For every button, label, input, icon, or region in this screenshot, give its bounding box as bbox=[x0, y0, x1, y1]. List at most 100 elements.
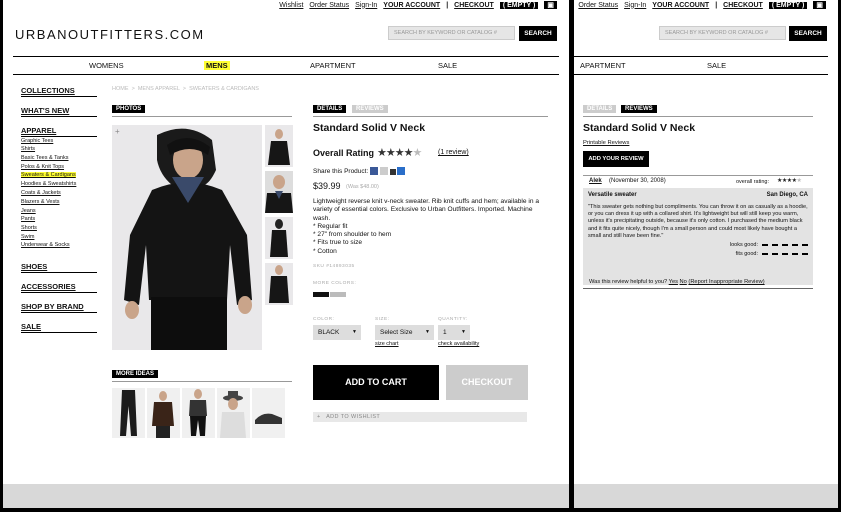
share-icon[interactable] bbox=[380, 167, 388, 175]
sidebar-apparel[interactable]: APPAREL bbox=[21, 126, 97, 137]
details-tab[interactable]: DETAILS bbox=[313, 105, 347, 113]
reviews-tab[interactable]: REVIEWS bbox=[621, 105, 657, 113]
shopping-bag-button[interactable]: ( EMPTY ) bbox=[499, 1, 539, 9]
helpful-yes-link[interactable]: Yes bbox=[669, 279, 678, 285]
sidebar-sub-item[interactable]: Hoodies & Sweatshirts bbox=[21, 181, 76, 187]
size-chart-link[interactable]: size chart bbox=[375, 341, 399, 347]
wishlist-link[interactable]: Wishlist bbox=[279, 2, 303, 9]
thumbnail-1[interactable] bbox=[265, 125, 293, 167]
status-bar bbox=[3, 484, 569, 508]
sidebar-sub-item[interactable]: Coats & Jackets bbox=[21, 190, 61, 196]
model-pants-image bbox=[189, 389, 207, 436]
breadcrumb-current: SWEATERS & CARDIGANS bbox=[189, 86, 259, 92]
nav-apartment[interactable]: APARTMENT bbox=[310, 61, 356, 70]
helpful-row: Was this review helpful to you? Yes No (… bbox=[589, 279, 765, 285]
more-ideas-item[interactable] bbox=[252, 388, 285, 438]
check-availability-link[interactable]: check availability bbox=[438, 341, 479, 347]
sidebar-sub-item[interactable]: Shorts bbox=[21, 225, 37, 231]
bullet: * Cotton bbox=[313, 247, 337, 255]
sidebar-sub-item[interactable]: Blazers & Vests bbox=[21, 199, 60, 205]
sidebar-sub-item[interactable]: Polos & Knit Tops bbox=[21, 164, 64, 170]
search-input[interactable]: SEARCH BY KEYWORD OR CATALOG # bbox=[659, 26, 786, 40]
add-to-wishlist-button[interactable]: + ADD TO WISHLIST bbox=[313, 412, 527, 422]
search-button[interactable]: SEARCH bbox=[519, 26, 557, 41]
shirt-model-image bbox=[152, 391, 174, 438]
order-status-link[interactable]: Order Status bbox=[578, 2, 618, 9]
fits-good-row: fits good: bbox=[588, 251, 808, 257]
shopping-bag-button[interactable]: ( EMPTY ) bbox=[768, 1, 808, 9]
thumbnail-4[interactable] bbox=[265, 263, 293, 305]
color-swatch-grey[interactable] bbox=[330, 292, 346, 297]
review-author[interactable]: Alek bbox=[589, 178, 602, 184]
sidebar-sale[interactable]: SALE bbox=[21, 322, 97, 333]
reviews-count-link[interactable]: (1 review) bbox=[438, 149, 469, 156]
delicious-icon[interactable] bbox=[397, 167, 405, 175]
sidebar-accessories[interactable]: ACCESSORIES bbox=[21, 282, 97, 293]
sidebar-sub-item[interactable]: Graphic Tees bbox=[21, 138, 53, 144]
facebook-icon[interactable] bbox=[370, 167, 378, 175]
checkout-link[interactable]: CHECKOUT bbox=[723, 2, 763, 9]
order-status-link[interactable]: Order Status bbox=[309, 2, 349, 9]
nav-apartment[interactable]: APARTMENT bbox=[580, 61, 626, 70]
bullet: * Fits true to size bbox=[313, 239, 363, 247]
your-account-link[interactable]: YOUR ACCOUNT bbox=[652, 2, 709, 9]
nav-womens[interactable]: WOMENS bbox=[89, 61, 124, 70]
jeans-image bbox=[120, 390, 137, 436]
breadcrumb-separator: > bbox=[131, 86, 135, 92]
sidebar-sub-item[interactable]: Underwear & Socks bbox=[21, 242, 70, 248]
sidebar-collections[interactable]: COLLECTIONS bbox=[21, 86, 97, 97]
bookmark-icon[interactable] bbox=[390, 169, 396, 175]
site-logo[interactable]: URBANOUTFITTERS.COM bbox=[15, 27, 205, 42]
report-review-link[interactable]: (Report Inappropriate Review) bbox=[688, 279, 764, 285]
chevron-down-icon: ▼ bbox=[461, 329, 466, 335]
search-input[interactable]: SEARCH BY KEYWORD OR CATALOG # bbox=[388, 26, 515, 40]
reviews-tab[interactable]: REVIEWS bbox=[352, 105, 388, 113]
more-ideas-item[interactable] bbox=[182, 388, 215, 438]
main-product-photo[interactable]: + bbox=[112, 125, 262, 350]
checkout-button[interactable]: CHECKOUT bbox=[446, 365, 528, 400]
sign-in-link[interactable]: Sign-In bbox=[624, 2, 646, 9]
details-tab[interactable]: DETAILS bbox=[583, 105, 617, 113]
review-stars: ★★★★★ bbox=[777, 177, 802, 184]
helpful-no-link[interactable]: No bbox=[680, 279, 687, 285]
filled-stars: ★★★★ bbox=[777, 178, 797, 184]
printable-reviews-link[interactable]: Printable Reviews bbox=[583, 140, 629, 146]
search-button[interactable]: SEARCH bbox=[789, 26, 827, 41]
thumbnail-2[interactable] bbox=[265, 171, 293, 213]
bag-icon[interactable]: ▣ bbox=[813, 1, 826, 9]
sidebar-whats-new[interactable]: WHAT'S NEW bbox=[21, 106, 97, 117]
size-label: SIZE: bbox=[375, 317, 390, 322]
zoom-icon[interactable]: + bbox=[115, 127, 120, 136]
quantity-select[interactable]: 1 ▼ bbox=[438, 325, 470, 340]
sidebar-sub-item[interactable]: Basic Tees & Tanks bbox=[21, 155, 69, 161]
color-select[interactable]: BLACK ▼ bbox=[313, 325, 361, 340]
breadcrumb-mens-apparel[interactable]: MENS APPAREL bbox=[138, 86, 180, 92]
thumbnail-3[interactable] bbox=[265, 217, 293, 259]
add-to-cart-button[interactable]: ADD TO CART bbox=[313, 365, 439, 400]
more-ideas-item[interactable] bbox=[217, 388, 250, 438]
product-title: Standard Solid V Neck bbox=[313, 122, 426, 134]
sidebar-shoes[interactable]: SHOES bbox=[21, 262, 97, 273]
more-ideas-item[interactable] bbox=[147, 388, 180, 438]
looks-good-label: looks good: bbox=[729, 242, 758, 249]
sign-in-link[interactable]: Sign-In bbox=[355, 2, 377, 9]
sidebar-sub-item[interactable]: Shirts bbox=[21, 146, 35, 152]
sidebar-sub-item[interactable]: Pants bbox=[21, 216, 35, 222]
add-your-review-button[interactable]: ADD YOUR REVIEW bbox=[583, 151, 649, 167]
sidebar-sub-item-active[interactable]: Sweaters & Cardigans bbox=[21, 172, 76, 178]
more-ideas-item[interactable] bbox=[112, 388, 145, 438]
your-account-link[interactable]: YOUR ACCOUNT bbox=[383, 2, 440, 9]
nav-mens[interactable]: MENS bbox=[204, 61, 230, 70]
sidebar-sub-item[interactable]: Swim bbox=[21, 234, 34, 240]
nav-sale[interactable]: SALE bbox=[707, 61, 726, 70]
color-swatch-black[interactable] bbox=[313, 292, 329, 297]
bullet: * 27" from shoulder to hem bbox=[313, 231, 392, 239]
checkout-link[interactable]: CHECKOUT bbox=[454, 2, 494, 9]
breadcrumb-home[interactable]: HOME bbox=[112, 86, 129, 92]
nav-sale[interactable]: SALE bbox=[438, 61, 457, 70]
size-select[interactable]: Select Size ▼ bbox=[375, 325, 434, 340]
sidebar-sub-item[interactable]: Jeans bbox=[21, 208, 36, 214]
empty-star: ★ bbox=[796, 178, 802, 184]
bag-icon[interactable]: ▣ bbox=[544, 1, 557, 9]
sidebar-shop-by-brand[interactable]: SHOP BY BRAND bbox=[21, 302, 97, 313]
